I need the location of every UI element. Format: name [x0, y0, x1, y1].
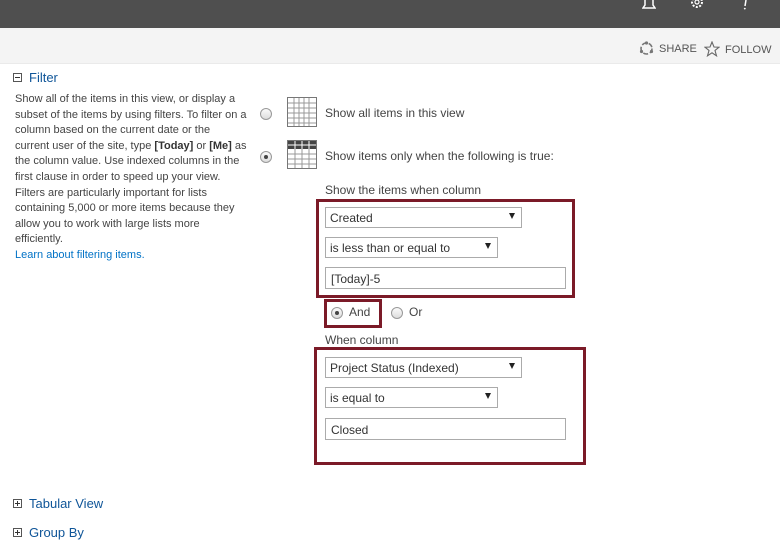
- clause1-operator-select[interactable]: is less than or equal to: [325, 237, 498, 258]
- help-icon[interactable]: [736, 0, 754, 14]
- me-token: [Me]: [209, 139, 232, 152]
- grid-icon: [287, 97, 317, 127]
- clause1-value-input[interactable]: [Today]-5: [325, 267, 566, 289]
- follow-button[interactable]: FOLLOW: [703, 40, 772, 58]
- clause1-column-value: Created: [330, 211, 373, 225]
- clause2-value-text: Closed: [331, 423, 369, 437]
- show-all-radio[interactable]: [260, 108, 272, 120]
- and-radio[interactable]: [331, 307, 343, 319]
- tabular-view-title: Tabular View: [29, 496, 104, 511]
- suite-bar: [0, 0, 780, 28]
- learn-filtering-link[interactable]: Learn about filtering items.: [15, 248, 247, 264]
- share-button[interactable]: SHARE: [639, 41, 697, 57]
- expand-icon: [13, 499, 22, 508]
- filter-description: Show all of the items in this view, or d…: [15, 92, 247, 264]
- when-column-label: When column: [325, 333, 399, 347]
- show-when-radio[interactable]: [260, 151, 272, 163]
- description-text-2: as the column value. Use indexed columns…: [15, 139, 247, 246]
- clause2-operator-value: is equal to: [330, 391, 385, 405]
- clause2-column-select[interactable]: Project Status (Indexed): [325, 357, 522, 378]
- bell-icon[interactable]: [640, 0, 658, 14]
- chevron-down-icon: [509, 363, 515, 369]
- clause1-value-text: [Today]-5: [331, 272, 381, 286]
- chevron-down-icon: [509, 213, 515, 219]
- collapse-icon: [13, 73, 22, 82]
- gear-icon[interactable]: [688, 0, 706, 14]
- filter-section-title: Filter: [29, 70, 58, 85]
- show-when-label[interactable]: Show items only when the following is tr…: [325, 149, 554, 163]
- show-items-column-label: Show the items when column: [325, 183, 482, 197]
- expand-icon: [13, 528, 22, 537]
- clause1-column-select[interactable]: Created: [325, 207, 522, 228]
- or-label[interactable]: Or: [409, 305, 422, 319]
- follow-label: FOLLOW: [725, 43, 772, 56]
- clause2-column-value: Project Status (Indexed): [330, 361, 459, 375]
- filter-section-toggle[interactable]: Filter: [13, 70, 58, 85]
- tabular-view-section-toggle[interactable]: Tabular View: [13, 496, 103, 511]
- clause2-operator-select[interactable]: is equal to: [325, 387, 498, 408]
- group-by-section-toggle[interactable]: Group By: [13, 525, 84, 540]
- chevron-down-icon: [485, 393, 491, 399]
- chevron-down-icon: [485, 243, 491, 249]
- grid-header-icon: [287, 140, 317, 169]
- follow-star-icon: [703, 40, 721, 58]
- clause1-operator-value: is less than or equal to: [330, 241, 451, 255]
- and-label[interactable]: And: [349, 305, 370, 319]
- description-or: or: [193, 139, 210, 152]
- share-label: SHARE: [659, 43, 697, 55]
- show-all-label[interactable]: Show all items in this view: [325, 106, 464, 120]
- share-icon: [639, 41, 654, 57]
- today-token: [Today]: [154, 139, 194, 152]
- or-radio[interactable]: [391, 307, 403, 319]
- group-by-title: Group By: [29, 525, 84, 540]
- clause2-value-input[interactable]: Closed: [325, 418, 566, 440]
- page-action-bar: SHARE FOLLOW: [0, 28, 780, 64]
